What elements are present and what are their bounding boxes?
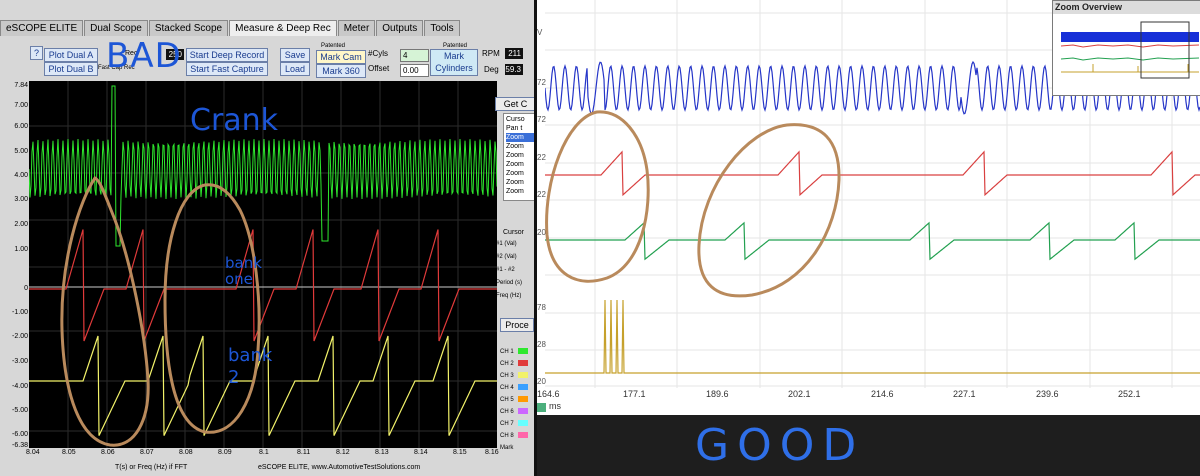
x-tick: 227.1 <box>953 389 976 399</box>
bank-two-annotation: bank 2 <box>228 345 273 388</box>
x-tick: 189.6 <box>706 389 729 399</box>
right-screenshot-scope: V 72 72 22 22 20 78 28 20 Zoom Overview <box>537 0 1200 476</box>
x-tick: 239.6 <box>1036 389 1059 399</box>
x-tick: 252.1 <box>1118 389 1141 399</box>
x-tick: 214.6 <box>871 389 894 399</box>
bank-one-annotation: bank one <box>225 254 262 288</box>
left-screenshot-escope: eSCOPE ELITE Dual Scope Stacked Scope Me… <box>0 0 534 476</box>
x-unit-label: ms <box>549 401 561 411</box>
bottom-dark-strip <box>537 415 1200 476</box>
ms-unit-swatch <box>537 403 546 412</box>
good-annotation: GOOD <box>695 420 865 471</box>
x-tick: 202.1 <box>788 389 811 399</box>
x-tick: 164.6 <box>537 389 560 399</box>
x-tick: 177.1 <box>623 389 646 399</box>
bad-annotation: BAD <box>106 36 182 76</box>
crank-annotation: Crank <box>190 103 279 138</box>
right-annotation-loops <box>545 110 841 298</box>
annotation-loops <box>60 176 261 447</box>
